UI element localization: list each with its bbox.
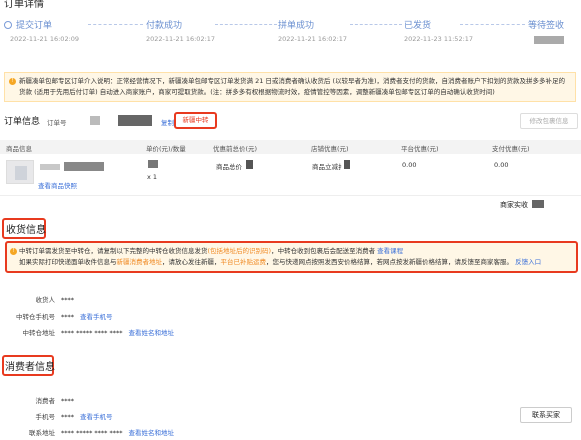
column-header: 店铺优惠(元) [311,145,349,153]
page-title: 订单详情 [4,0,44,10]
warning-text: ，您与快递网点按照发西安价格结算，若网点按发新疆价格结算，请反馈至商家客服。 [266,258,516,266]
edit-package-button[interactable]: 修改包裹信息 [520,113,578,129]
order-info-title: 订单信息 [4,117,41,127]
consumer-address-row: 联系地址 **** ***** **** **** 查看姓名和地址 [0,427,174,437]
receiver-label: 收货人 [35,296,56,304]
step-connector [88,24,143,25]
consumer-title: 消费者信息 [5,362,55,373]
step-label: 提交订单 [16,21,53,31]
consumer-name-value: **** [61,397,74,405]
step-paid: 付款成功 2022-11-21 16:02:17 [146,18,215,43]
step-label: 已发货 [404,21,432,31]
warning-icon: ! [9,78,16,85]
column-header: 优惠前总价(元) [213,145,258,153]
total-price-label: 商品总价 [216,163,242,171]
order-header: 订单信息 订单号 复制 [0,112,581,130]
step-label: 拼单成功 [278,21,315,31]
receiver-value: **** [61,296,74,304]
seller-received: 商家实收 [500,200,545,210]
view-name-address-link[interactable]: 查看姓名和地址 [128,429,174,437]
warning-text: 中转订单需发货至中转仓，请复制以下完整的中转仓收货信息发货 [19,247,208,255]
warning-text: ，中转仓收到包裹后会配送至消费者 [271,247,378,255]
transfer-address-row: 中转仓地址 **** ***** **** **** 查看姓名和地址 [0,327,174,337]
notice-text: 新疆凑单包邮专区订单介入说明：正常经营情况下，新疆凑单包邮专区订单发货满 21 … [19,77,566,96]
warning-highlight: 平台已补贴运费 [220,258,267,266]
column-header: 平台优惠(元) [401,145,439,153]
column-header: 商品信息 [6,145,32,153]
warning-text: 如果实际打印快递面单收件信息与 [19,258,117,266]
transfer-phone-label: 中转仓手机号 [16,313,55,321]
feedback-link[interactable]: 反馈入口 [515,258,541,266]
step-label: 付款成功 [146,21,183,31]
table-header: 商品信息 单价(元)/数量 优惠前总价(元) 店铺优惠(元) 平台优惠(元) 支… [0,140,581,154]
seller-received-label: 商家实收 [500,201,528,209]
receiver-row: 收货人 **** [0,294,75,304]
redacted-block [148,160,158,168]
copy-order-number-link[interactable]: 复制 [161,117,174,127]
consumer-phone-label: 手机号 [35,413,56,421]
table-row: 查看商品快照 x 1 商品总价 商品立减扌 0.00 0.00 [0,154,581,196]
step-time: 2022-11-21 16:02:17 [278,35,348,43]
consumer-address-label: 联系地址 [29,429,55,437]
view-phone-link[interactable]: 查看手机号 [80,313,113,321]
step-connector [215,24,277,25]
shop-discount: 商品立减扌 [312,163,345,171]
warning-icon: ! [10,248,17,255]
view-course-link[interactable]: 查看课程 [377,247,403,255]
view-name-address-link[interactable]: 查看姓名和地址 [128,329,174,337]
step-submit: 提交订单 2022-11-21 16:02:09 [4,18,79,43]
order-number-label: 订单号 [47,119,67,127]
step-group: 拼单成功 2022-11-21 16:02:17 [278,18,347,43]
shipping-title: 收货信息 [6,225,46,236]
transfer-phone-row: 中转仓手机号 **** 查看手机号 [0,311,113,321]
step-label: 等待签收 [528,21,565,31]
step-time: 2022-11-23 11:52:17 [404,35,474,43]
consumer-name-label: 消费者 [35,397,56,405]
step-pending-receipt: 等待签收 [528,18,564,44]
warning-highlight: 新疆消费者地址 [116,258,163,266]
quantity: x 1 [147,173,158,181]
step-time: 2022-11-21 16:02:17 [146,35,216,43]
contact-buyer-button[interactable]: 联系买家 [520,407,572,423]
warning-text: ，请放心发往新疆， [162,258,221,266]
step-connector [350,24,402,25]
consumer-phone-row: 手机号 **** 查看手机号 [0,411,113,421]
transfer-warning: ! 中转订单需发货至中转仓，请复制以下完整的中转仓收货信息发货(包括地址后的识别… [5,241,578,273]
consumer-address-value: **** ***** **** **** [61,429,123,437]
transfer-address-value: **** ***** **** **** [61,329,123,337]
redacted-block [532,200,545,208]
payment-discount: 0.00 [494,161,509,169]
redacted-block [534,36,564,44]
column-header: 单价(元)/数量 [146,145,186,153]
transfer-address-label: 中转仓地址 [22,329,56,337]
redacted-block [40,164,60,170]
warning-highlight: (包括地址后的识别码) [207,247,272,255]
step-dot-icon [4,21,12,29]
settlement-notice: ! 新疆凑单包邮专区订单介入说明：正常经营情况下，新疆凑单包邮专区订单发货满 2… [4,72,576,102]
redacted-block [344,160,350,169]
column-header: 支付优惠(元) [492,145,530,153]
product-table: 商品信息 单价(元)/数量 优惠前总价(元) 店铺优惠(元) 平台优惠(元) 支… [0,140,581,196]
view-snapshot-link[interactable]: 查看商品快照 [38,180,77,190]
xinjiang-transfer-tag: 新疆中转 [174,112,217,129]
redacted-block [90,116,100,125]
step-shipped: 已发货 2022-11-23 11:52:17 [404,18,473,43]
product-image[interactable] [6,160,34,184]
view-phone-link[interactable]: 查看手机号 [80,413,113,421]
redacted-block [64,162,104,171]
transfer-phone-value: **** [61,313,74,321]
redacted-block [246,160,253,169]
order-progress: 提交订单 2022-11-21 16:02:09 付款成功 2022-11-21… [0,18,581,48]
redacted-order-number [118,115,152,126]
platform-discount: 0.00 [402,161,417,169]
step-time: 2022-11-21 16:02:09 [10,35,80,43]
consumer-name-row: 消费者 **** [0,395,75,405]
consumer-phone-value: **** [61,413,74,421]
